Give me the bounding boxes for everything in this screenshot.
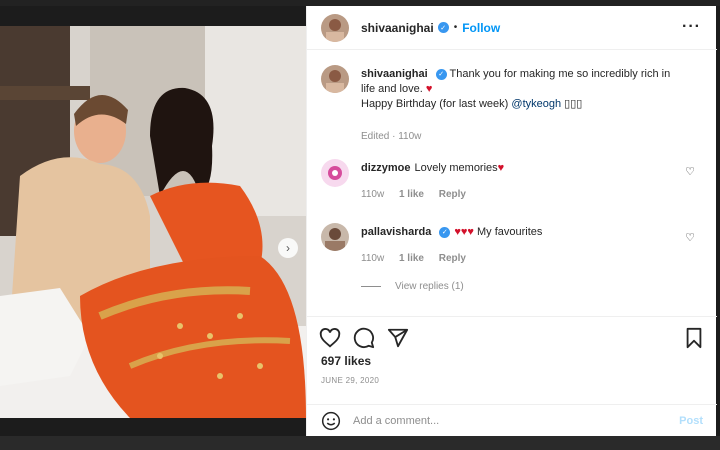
avatar[interactable]	[321, 223, 349, 251]
view-replies-button[interactable]: View replies (1)	[361, 281, 464, 292]
comment-icon[interactable]	[353, 327, 375, 349]
verified-icon: ✓	[439, 226, 451, 238]
comment-age: 110w	[361, 253, 385, 264]
post-comment-button[interactable]: Post	[679, 415, 703, 427]
comment-likes[interactable]: 1 like	[399, 253, 424, 264]
comment-text: pallavisharda ✓ ♥♥♥ My favourites	[361, 225, 681, 240]
caption-meta: Edited · 110w	[361, 131, 422, 142]
heart-icon[interactable]	[319, 327, 341, 349]
bottom-strip	[0, 436, 720, 450]
action-bar	[307, 316, 717, 356]
hearts-emoji: ♥♥♥	[454, 226, 474, 238]
avatar[interactable]	[321, 65, 349, 93]
heart-emoji: ♥	[497, 162, 505, 174]
reply-button[interactable]: Reply	[439, 253, 466, 264]
avatar[interactable]	[321, 13, 349, 42]
separator-dot: •	[453, 22, 458, 33]
caption-trailing: ▯▯▯	[564, 98, 583, 110]
couple-photo	[0, 26, 306, 418]
comment-age: 110w	[361, 189, 385, 200]
comment-username[interactable]: dizzymoe	[361, 162, 411, 174]
add-comment-bar: Post	[307, 404, 717, 436]
follow-button[interactable]: Follow	[462, 21, 500, 35]
reply-button[interactable]: Reply	[439, 189, 466, 200]
post-date: JUNE 29, 2020	[321, 376, 380, 385]
comment-text: dizzymoe Lovely memories♥	[361, 161, 681, 176]
post-panel: shivaanighai ✓ • Follow ··· shivaanighai…	[306, 6, 717, 436]
emoji-icon[interactable]	[321, 411, 341, 431]
comment-username[interactable]: pallavisharda	[361, 226, 431, 238]
like-comment-heart-icon[interactable]: ♡	[685, 231, 695, 244]
likes-count[interactable]: 697 likes	[321, 354, 371, 368]
caption-text: shivaanighai ✓ Thank you for making me so…	[361, 67, 681, 112]
bookmark-icon[interactable]	[683, 327, 705, 349]
like-comment-heart-icon[interactable]: ♡	[685, 165, 695, 178]
heart-emoji: ♥	[425, 83, 433, 95]
comment-input[interactable]	[353, 414, 653, 427]
post-header: shivaanighai ✓ • Follow ···	[307, 6, 717, 50]
verified-icon: ✓	[435, 68, 447, 80]
mention-link[interactable]: @tykeogh	[511, 98, 561, 110]
comments-section: shivaanighai ✓ Thank you for making me so…	[307, 51, 717, 316]
comment-meta: 110w 1 like Reply	[361, 253, 478, 264]
comment-body: Lovely memories	[414, 162, 498, 174]
verified-icon: ✓	[437, 22, 449, 33]
caption-username[interactable]: shivaanighai	[361, 68, 428, 80]
share-icon[interactable]	[387, 327, 409, 349]
replies-line	[361, 286, 381, 287]
post-photo[interactable]: ›	[0, 26, 306, 418]
comment-body: My favourites	[476, 226, 543, 238]
view-replies-label: View replies (1)	[395, 281, 464, 292]
next-photo-button[interactable]: ›	[278, 238, 298, 258]
caption-line-2: Happy Birthday (for last week)	[361, 98, 509, 110]
more-options-icon[interactable]: ···	[682, 18, 701, 36]
post-username[interactable]: shivaanighai	[361, 21, 434, 35]
comment-likes[interactable]: 1 like	[399, 189, 424, 200]
comment-meta: 110w 1 like Reply	[361, 189, 478, 200]
avatar[interactable]	[321, 159, 349, 187]
